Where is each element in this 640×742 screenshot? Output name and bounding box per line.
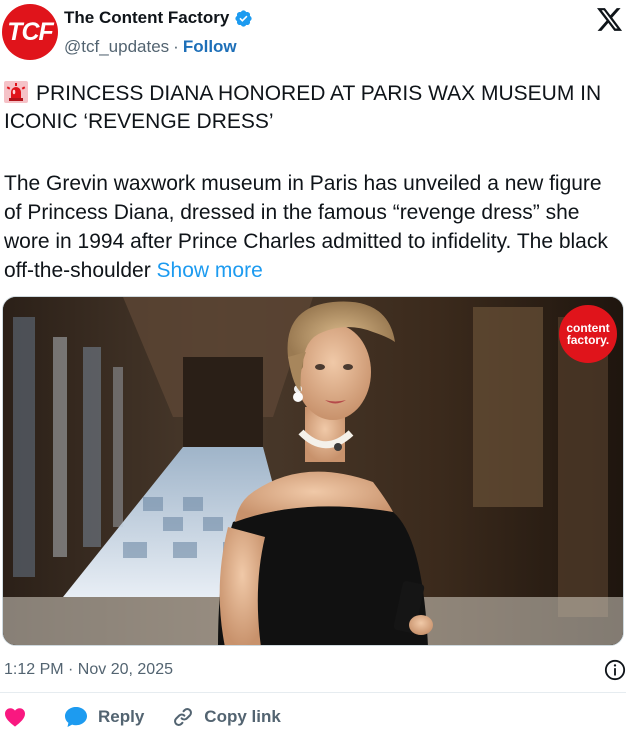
verified-badge-icon [235, 9, 252, 27]
author-handle-row: @tcf_updates · Follow [64, 37, 237, 57]
heart-icon [5, 708, 25, 727]
post-actions: Reply Copy link [4, 706, 281, 728]
copy-link-label: Copy link [204, 707, 281, 726]
info-icon[interactable] [604, 659, 626, 681]
post-body: The Grevin waxwork museum in Paris has u… [4, 169, 624, 285]
reply-bubble-icon [65, 707, 87, 727]
post-headline: PRINCESS DIANA HONORED AT PARIS WAX MUSE… [4, 80, 624, 136]
content-factory-watermark: content factory. [559, 305, 617, 363]
show-more-link[interactable]: Show more [157, 259, 263, 282]
watermark-line-2: factory. [566, 333, 610, 347]
post-timestamp[interactable]: 1:12 PM · Nov 20, 2025 [4, 661, 173, 679]
footer-divider [0, 692, 626, 693]
post-media-image[interactable]: content factory. [2, 296, 624, 646]
like-button[interactable] [4, 707, 26, 727]
follow-button[interactable]: Follow [183, 37, 237, 56]
copy-link-button[interactable]: Copy link [172, 706, 281, 728]
avatar[interactable]: TCF [2, 4, 58, 60]
post-body-text: The Grevin waxwork museum in Paris has u… [4, 172, 608, 282]
reply-button[interactable]: Reply [64, 706, 144, 728]
post-card: TCF The Content Factory @tcf_updates · Fol… [0, 0, 640, 742]
diana-wax-figure-photo [3, 297, 623, 645]
x-logo-icon[interactable] [597, 8, 623, 32]
author-name-row: The Content Factory [64, 8, 253, 28]
author-handle[interactable]: @tcf_updates [64, 37, 169, 56]
link-icon [174, 708, 193, 726]
siren-icon [4, 81, 28, 103]
avatar-logo-text: TCF [7, 17, 54, 46]
handle-separator: · [173, 37, 179, 56]
post-headline-text: PRINCESS DIANA HONORED AT PARIS WAX MUSE… [4, 82, 602, 133]
reply-label: Reply [98, 707, 145, 726]
author-display-name[interactable]: The Content Factory [64, 8, 229, 28]
